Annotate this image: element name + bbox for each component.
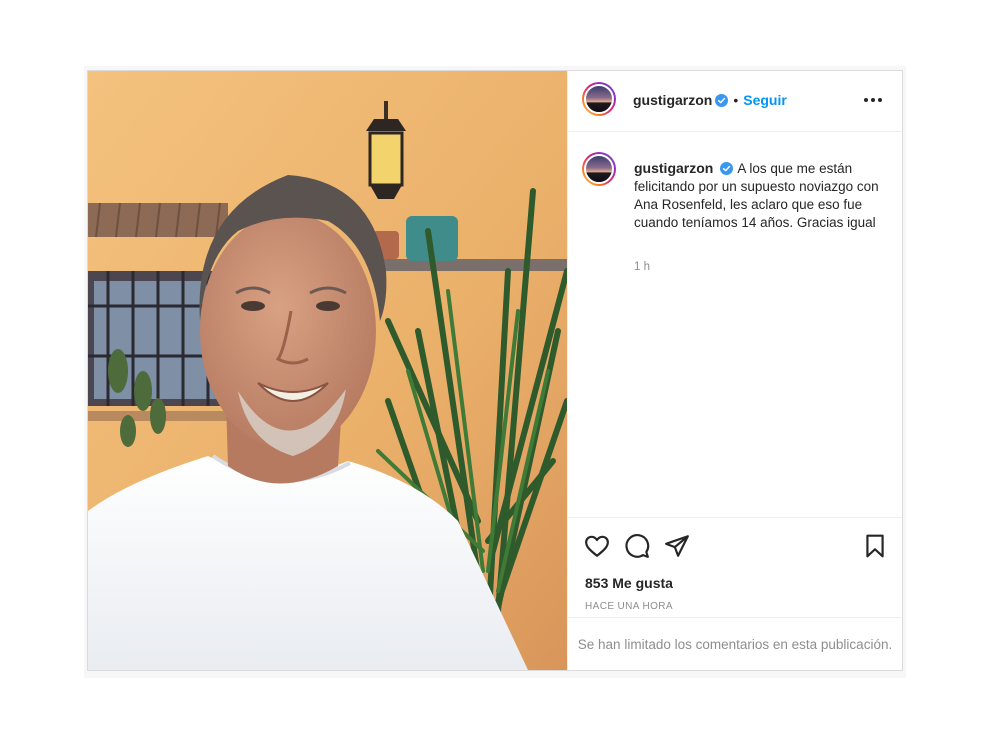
comments-limited-notice: Se han limitado los comentarios en esta … — [568, 617, 902, 670]
post-photo[interactable] — [88, 71, 567, 670]
share-paper-plane-icon[interactable] — [664, 533, 690, 559]
comments-limited-text: Se han limitado los comentarios en esta … — [577, 637, 893, 652]
action-bar — [568, 517, 902, 574]
post-timestamp[interactable]: HACE UNA HORA — [585, 601, 673, 612]
post-sidebar: gustigarzon • Seguir gustigarzon A los que … — [567, 71, 902, 670]
likes-count[interactable]: 853 Me gusta — [585, 575, 673, 591]
caption-username[interactable]: gustigarzon — [634, 160, 713, 176]
avatar-image — [584, 84, 614, 114]
instagram-post: gustigarzon • Seguir gustigarzon A los que … — [87, 70, 903, 671]
caption-timestamp[interactable]: 1 h — [634, 261, 650, 273]
comment-icon[interactable] — [624, 533, 650, 559]
post-caption: gustigarzon A los que me están felicitand… — [634, 159, 884, 232]
header-author: gustigarzon • Seguir — [633, 92, 787, 110]
verified-badge-icon — [720, 162, 734, 175]
more-options-icon[interactable] — [862, 91, 884, 109]
post-header: gustigarzon • Seguir — [568, 71, 902, 132]
follow-button[interactable]: Seguir — [743, 92, 787, 108]
verified-badge-icon — [715, 94, 729, 107]
author-username[interactable]: gustigarzon — [633, 92, 712, 108]
caption-avatar[interactable] — [582, 152, 616, 186]
heart-icon[interactable] — [584, 533, 610, 559]
separator-dot: • — [733, 92, 739, 108]
bookmark-icon[interactable] — [862, 533, 888, 559]
avatar-image — [584, 154, 614, 184]
selfie-man-image — [88, 71, 567, 670]
author-avatar[interactable] — [582, 82, 616, 116]
